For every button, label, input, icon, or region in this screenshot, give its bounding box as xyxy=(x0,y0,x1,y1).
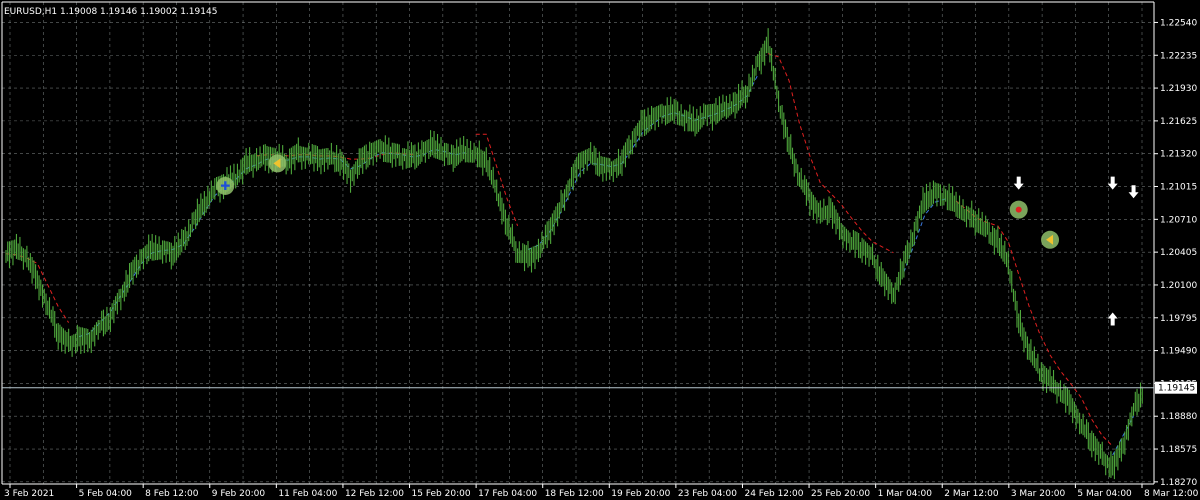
y-tick-label: 1.20710 xyxy=(1160,215,1197,225)
blue-cross-icon: ✚ xyxy=(220,179,230,193)
y-tick-label: 1.19490 xyxy=(1160,347,1197,357)
x-tick-label: 1 Mar 04:00 xyxy=(878,489,933,499)
y-tick-label: 1.21930 xyxy=(1160,84,1197,94)
red-dot-icon xyxy=(1015,206,1022,213)
x-tick-label: 3 Feb 2021 xyxy=(4,489,54,499)
x-tick-label: 17 Feb 04:00 xyxy=(478,489,537,499)
x-tick-label: 8 Mar 12:00 xyxy=(1144,489,1199,499)
y-tick-label: 1.21320 xyxy=(1160,150,1197,160)
x-tick-label: 5 Mar 04:00 xyxy=(1077,489,1132,499)
y-tick-label: 1.22235 xyxy=(1160,51,1197,61)
x-tick-label: 15 Feb 20:00 xyxy=(412,489,471,499)
x-tick-label: 2 Mar 12:00 xyxy=(944,489,999,499)
x-tick-label: 12 Feb 12:00 xyxy=(345,489,404,499)
y-tick-label: 1.18880 xyxy=(1160,412,1197,422)
y-tick-label: 1.21015 xyxy=(1160,183,1197,193)
y-tick-label: 1.21625 xyxy=(1160,117,1197,127)
x-tick-label: 9 Feb 20:00 xyxy=(212,489,266,499)
x-tick-label: 11 Feb 04:00 xyxy=(278,489,337,499)
price-chart[interactable]: ✚ 1.22540 1.22235 1.21930 1.21625 1.21320 1.2… xyxy=(0,0,1200,500)
x-tick-label: 18 Feb 12:00 xyxy=(545,489,604,499)
y-tick-label: 1.18270 xyxy=(1160,478,1197,488)
y-tick-label: 1.22540 xyxy=(1160,18,1197,28)
x-tick-label: 3 Mar 20:00 xyxy=(1011,489,1066,499)
x-tick-label: 19 Feb 20:00 xyxy=(611,489,670,499)
x-tick-label: 5 Feb 04:00 xyxy=(79,489,133,499)
current-price-label: 1.19145 xyxy=(1158,384,1195,394)
y-tick-label: 1.19795 xyxy=(1160,314,1197,324)
x-tick-label: 24 Feb 12:00 xyxy=(744,489,803,499)
symbol-title: EURUSD,H1 1.19008 1.19146 1.19002 1.1914… xyxy=(4,7,217,17)
y-tick-label: 1.18575 xyxy=(1160,445,1197,455)
y-tick-label: 1.20405 xyxy=(1160,248,1197,258)
x-tick-label: 8 Feb 12:00 xyxy=(145,489,199,499)
x-tick-label: 25 Feb 20:00 xyxy=(811,489,870,499)
x-tick-label: 23 Feb 04:00 xyxy=(678,489,737,499)
chart-window[interactable]: ✚ 1.22540 1.22235 1.21930 1.21625 1.21320 1.2… xyxy=(0,0,1200,500)
y-tick-label: 1.20100 xyxy=(1160,281,1197,291)
